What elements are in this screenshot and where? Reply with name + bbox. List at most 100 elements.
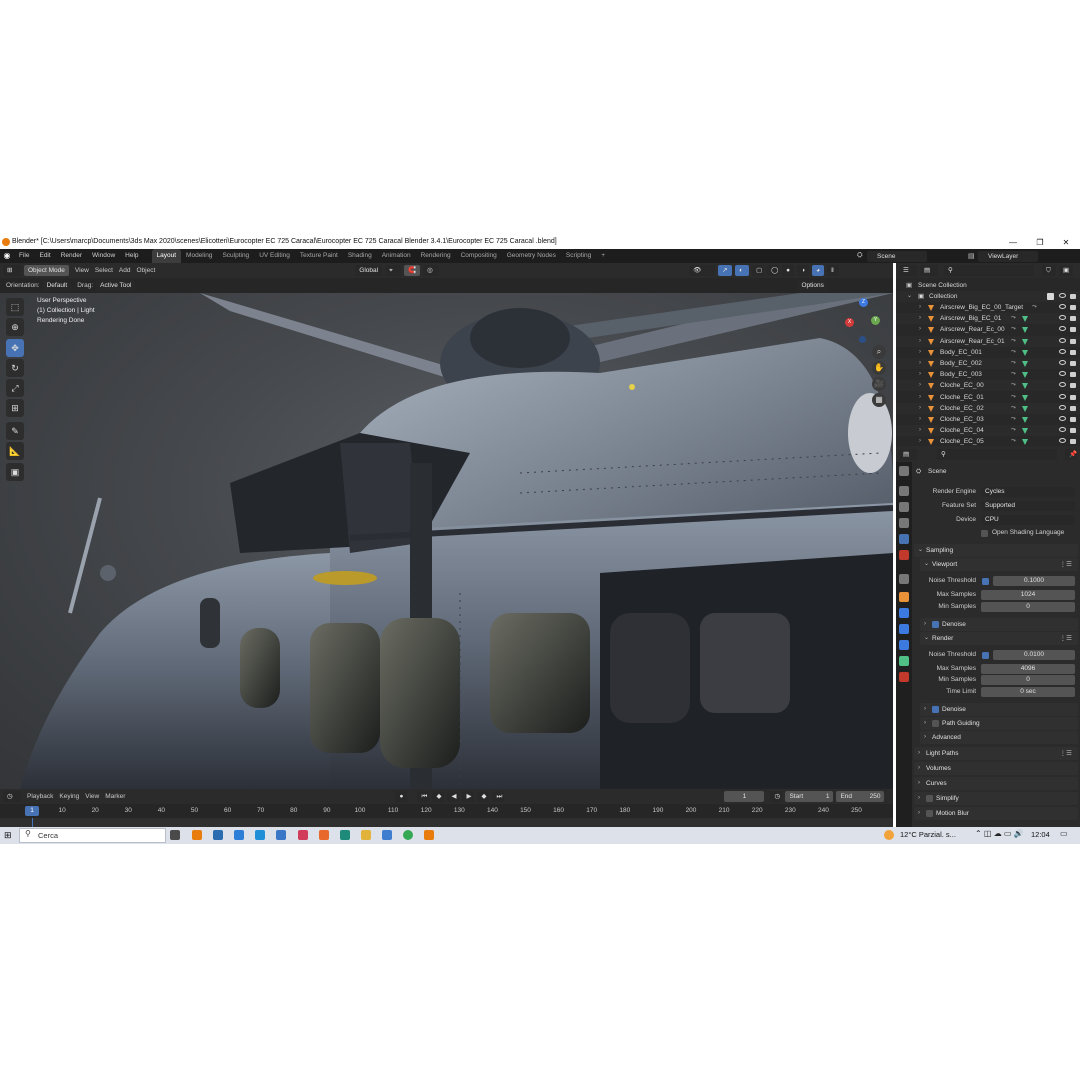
- tab-sculpting[interactable]: Sculpting: [217, 249, 254, 263]
- cursor-tool-icon[interactable]: ⊕: [6, 318, 24, 336]
- expand-icon[interactable]: ›: [919, 425, 921, 436]
- snap-icon[interactable]: 🧲: [404, 265, 421, 276]
- clock-text[interactable]: 12:04: [1031, 830, 1050, 839]
- overlay-toggle-icon[interactable]: ◐: [735, 265, 750, 276]
- perspective-toggle-icon[interactable]: ▦: [872, 393, 886, 407]
- current-frame-field[interactable]: 1: [724, 791, 765, 802]
- vp-min-samples-field[interactable]: 0: [981, 602, 1075, 612]
- play-icon[interactable]: ▶: [462, 791, 475, 802]
- expand-icon[interactable]: ›: [919, 358, 921, 369]
- path-guiding-panel-header[interactable]: › Path Guiding: [920, 717, 1078, 730]
- simplify-checkbox[interactable]: [926, 794, 933, 802]
- tab-rendering[interactable]: Rendering: [416, 249, 456, 263]
- add-menu[interactable]: Add: [119, 267, 131, 274]
- options-dropdown[interactable]: Options: [797, 280, 828, 291]
- world-tab-icon[interactable]: [899, 550, 909, 560]
- render-camera-icon[interactable]: [1070, 405, 1076, 411]
- annotate-tool-icon[interactable]: ✎: [6, 422, 24, 440]
- blender-taskbar-icon-2[interactable]: [424, 830, 434, 840]
- render-engine-dropdown[interactable]: Cycles: [981, 487, 1075, 497]
- vp-max-samples-field[interactable]: 1024: [981, 590, 1075, 600]
- collection-tab-icon[interactable]: [899, 574, 909, 584]
- jump-end-icon[interactable]: ⏭: [492, 791, 505, 802]
- menu-file[interactable]: File: [14, 249, 34, 263]
- start-frame-field[interactable]: Start 1: [785, 791, 834, 802]
- vp-noise-threshold-checkbox[interactable]: [982, 577, 989, 585]
- outliner-scene-collection-row[interactable]: ▣ Scene Collection: [896, 280, 1080, 291]
- select-box-tool-icon[interactable]: ⬚: [6, 298, 24, 316]
- visibility-eye-icon[interactable]: [1059, 404, 1066, 410]
- mode-dropdown[interactable]: Object Mode: [24, 265, 69, 276]
- mail-taskbar-icon[interactable]: [276, 830, 286, 840]
- collection-checkbox[interactable]: [1047, 293, 1054, 300]
- render-camera-icon[interactable]: [1070, 394, 1076, 400]
- pivot-icon[interactable]: ⌖: [385, 265, 402, 276]
- expand-icon[interactable]: ›: [919, 302, 921, 313]
- scene-tab-icon[interactable]: [899, 534, 909, 544]
- app-taskbar-icon-2[interactable]: [234, 830, 244, 840]
- camera-view-icon[interactable]: 🎥: [872, 377, 886, 391]
- tab-scripting[interactable]: Scripting: [561, 249, 596, 263]
- outliner-object-row[interactable]: › Airscrew_Rear_Ec_00 ⤳: [896, 324, 1080, 335]
- gizmo-z-icon[interactable]: Z: [859, 298, 868, 307]
- visibility-eye-icon[interactable]: [1059, 393, 1066, 399]
- render-camera-icon[interactable]: [1070, 338, 1076, 344]
- expand-icon[interactable]: ›: [919, 380, 921, 391]
- chrome-taskbar-icon[interactable]: [403, 830, 413, 840]
- move-tool-icon[interactable]: ✥: [6, 339, 24, 357]
- editor-type-icon[interactable]: ⊞: [3, 265, 21, 276]
- path-guiding-checkbox[interactable]: [932, 719, 939, 727]
- pan-hand-icon[interactable]: ✋: [872, 361, 886, 375]
- menu-window[interactable]: Window: [87, 249, 120, 263]
- expand-icon[interactable]: ›: [919, 347, 921, 358]
- object-visibility-icon[interactable]: 👁: [689, 265, 716, 276]
- play-reverse-icon[interactable]: ◀: [447, 791, 460, 802]
- view-layer-name-field[interactable]: ViewLayer: [978, 250, 1038, 262]
- add-workspace-button[interactable]: +: [596, 249, 610, 263]
- viewport-subpanel-header[interactable]: ⌄ Viewport ⋮☰: [920, 558, 1078, 571]
- gizmo-toggle-icon[interactable]: ↗: [718, 265, 733, 276]
- expand-icon[interactable]: ›: [919, 313, 921, 324]
- tab-animation[interactable]: Animation: [377, 249, 416, 263]
- close-button[interactable]: ✕: [1055, 236, 1077, 249]
- gizmo-x-icon[interactable]: X: [845, 318, 854, 327]
- viewport-presets-icon[interactable]: ⋮☰: [1060, 558, 1072, 571]
- outliner-object-row[interactable]: › Body_EC_002 ⤳: [896, 358, 1080, 369]
- timeline-ruler[interactable]: 1 10 20 30 40 50 60 70 80 90 100 110 120 130 140 150 160…: [0, 804, 893, 818]
- firefox-taskbar-icon[interactable]: [319, 830, 329, 840]
- curves-panel-header[interactable]: › Curves: [914, 777, 1078, 790]
- visibility-eye-icon[interactable]: [1059, 416, 1066, 421]
- edge-taskbar-icon[interactable]: [255, 830, 265, 840]
- properties-editor-type-icon[interactable]: ▤: [899, 448, 917, 460]
- transform-tool-icon[interactable]: ⊞: [6, 399, 24, 417]
- r-denoise-checkbox[interactable]: [932, 705, 939, 713]
- playhead-line[interactable]: [32, 818, 33, 827]
- prev-keyframe-icon[interactable]: ◆: [432, 791, 445, 802]
- view-menu[interactable]: View: [75, 267, 89, 274]
- app-taskbar-icon[interactable]: [213, 830, 223, 840]
- outliner-object-row[interactable]: › Cloche_EC_00 ⤳: [896, 380, 1080, 392]
- add-cube-tool-icon[interactable]: ▣: [6, 463, 24, 481]
- visibility-eye-icon[interactable]: [1059, 382, 1066, 388]
- light-paths-presets-icon[interactable]: ⋮☰: [1060, 747, 1072, 760]
- render-camera-icon[interactable]: [1070, 316, 1076, 322]
- render-camera-icon[interactable]: [1070, 349, 1076, 355]
- tab-geometry-nodes[interactable]: Geometry Nodes: [502, 249, 561, 263]
- collection-visibility-icon[interactable]: [1059, 293, 1066, 298]
- properties-search-input[interactable]: ⚲: [937, 448, 1057, 460]
- clock-icon[interactable]: ◷: [770, 791, 783, 802]
- wireframe-shading-icon[interactable]: ◯: [767, 265, 780, 276]
- visibility-eye-icon[interactable]: [1059, 438, 1066, 444]
- gizmo-neg-z-icon[interactable]: [859, 336, 866, 343]
- render-tab-icon[interactable]: [899, 486, 909, 496]
- timeline-editor-type-icon[interactable]: ◷: [3, 791, 21, 802]
- render-camera-icon[interactable]: [1070, 383, 1076, 389]
- filter-icon[interactable]: ⛉: [1042, 265, 1056, 276]
- timeline-view-menu[interactable]: View: [85, 793, 99, 800]
- motion-blur-panel-header[interactable]: › Motion Blur: [914, 807, 1078, 820]
- object-data-tab-icon[interactable]: [899, 656, 909, 666]
- render-camera-icon[interactable]: [1070, 428, 1076, 434]
- proportional-edit-icon[interactable]: ◎: [423, 265, 440, 276]
- tab-shading[interactable]: Shading: [343, 249, 377, 263]
- render-camera-icon[interactable]: [1070, 361, 1076, 366]
